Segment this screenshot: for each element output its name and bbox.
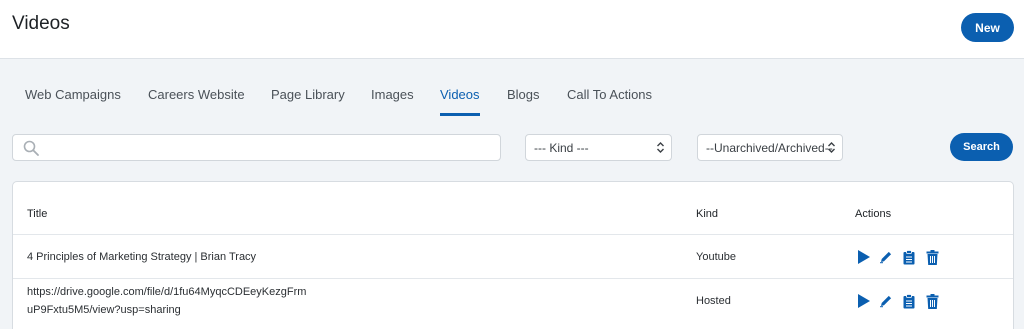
top-bar: Videos New — [0, 0, 1024, 59]
tab-page-library[interactable]: Page Library — [271, 78, 345, 116]
tab-blogs[interactable]: Blogs — [507, 78, 540, 116]
row-actions — [855, 249, 940, 265]
videos-table: Title Kind Actions 4 Principles of Marke… — [12, 181, 1014, 329]
row-kind: Hosted — [696, 295, 731, 307]
play-icon[interactable] — [855, 249, 871, 265]
tab-images[interactable]: Images — [371, 78, 414, 116]
edit-icon[interactable] — [878, 249, 894, 265]
tab-videos[interactable]: Videos — [440, 78, 480, 116]
new-button[interactable]: New — [961, 13, 1014, 42]
search-icon — [23, 140, 39, 156]
search-input[interactable] — [47, 138, 487, 157]
clipboard-icon[interactable] — [901, 249, 917, 265]
edit-icon[interactable] — [878, 293, 894, 309]
row-title-line-2: uP9Fxtu5M5/view?usp=sharing — [27, 304, 181, 316]
column-header-kind: Kind — [696, 208, 719, 220]
row-actions — [855, 293, 940, 309]
kind-select[interactable]: --- Kind --- — [525, 134, 672, 161]
row-title: https://drive.google.com/file/d/1fu64Myq… — [27, 283, 306, 319]
trash-icon[interactable] — [924, 293, 940, 309]
page-title: Videos — [12, 13, 70, 34]
tab-call-to-actions[interactable]: Call To Actions — [567, 78, 652, 116]
tab-careers-website[interactable]: Careers Website — [148, 78, 245, 116]
search-field — [12, 134, 501, 161]
table-row: https://drive.google.com/file/d/1fu64Myq… — [13, 278, 1013, 324]
archive-select-value: --Unarchived/Archived-- — [706, 141, 833, 155]
row-kind: Youtube — [696, 251, 736, 263]
play-icon[interactable] — [855, 293, 871, 309]
table-row: 4 Principles of Marketing Strategy | Bri… — [13, 234, 1013, 278]
tab-web-campaigns[interactable]: Web Campaigns — [25, 78, 121, 116]
trash-icon[interactable] — [924, 249, 940, 265]
column-header-title: Title — [27, 208, 48, 220]
column-header-actions: Actions — [855, 208, 892, 220]
chevron-updown-icon — [657, 142, 664, 153]
search-button[interactable]: Search — [950, 133, 1013, 161]
clipboard-icon[interactable] — [901, 293, 917, 309]
tab-bar: Web Campaigns Careers Website Page Libra… — [0, 78, 1024, 118]
kind-select-value: --- Kind --- — [534, 141, 589, 155]
archive-select[interactable]: --Unarchived/Archived-- — [697, 134, 843, 161]
chevron-updown-icon — [828, 142, 835, 153]
row-title: 4 Principles of Marketing Strategy | Bri… — [27, 251, 257, 263]
row-title-line-1: https://drive.google.com/file/d/1fu64Myq… — [27, 286, 307, 298]
